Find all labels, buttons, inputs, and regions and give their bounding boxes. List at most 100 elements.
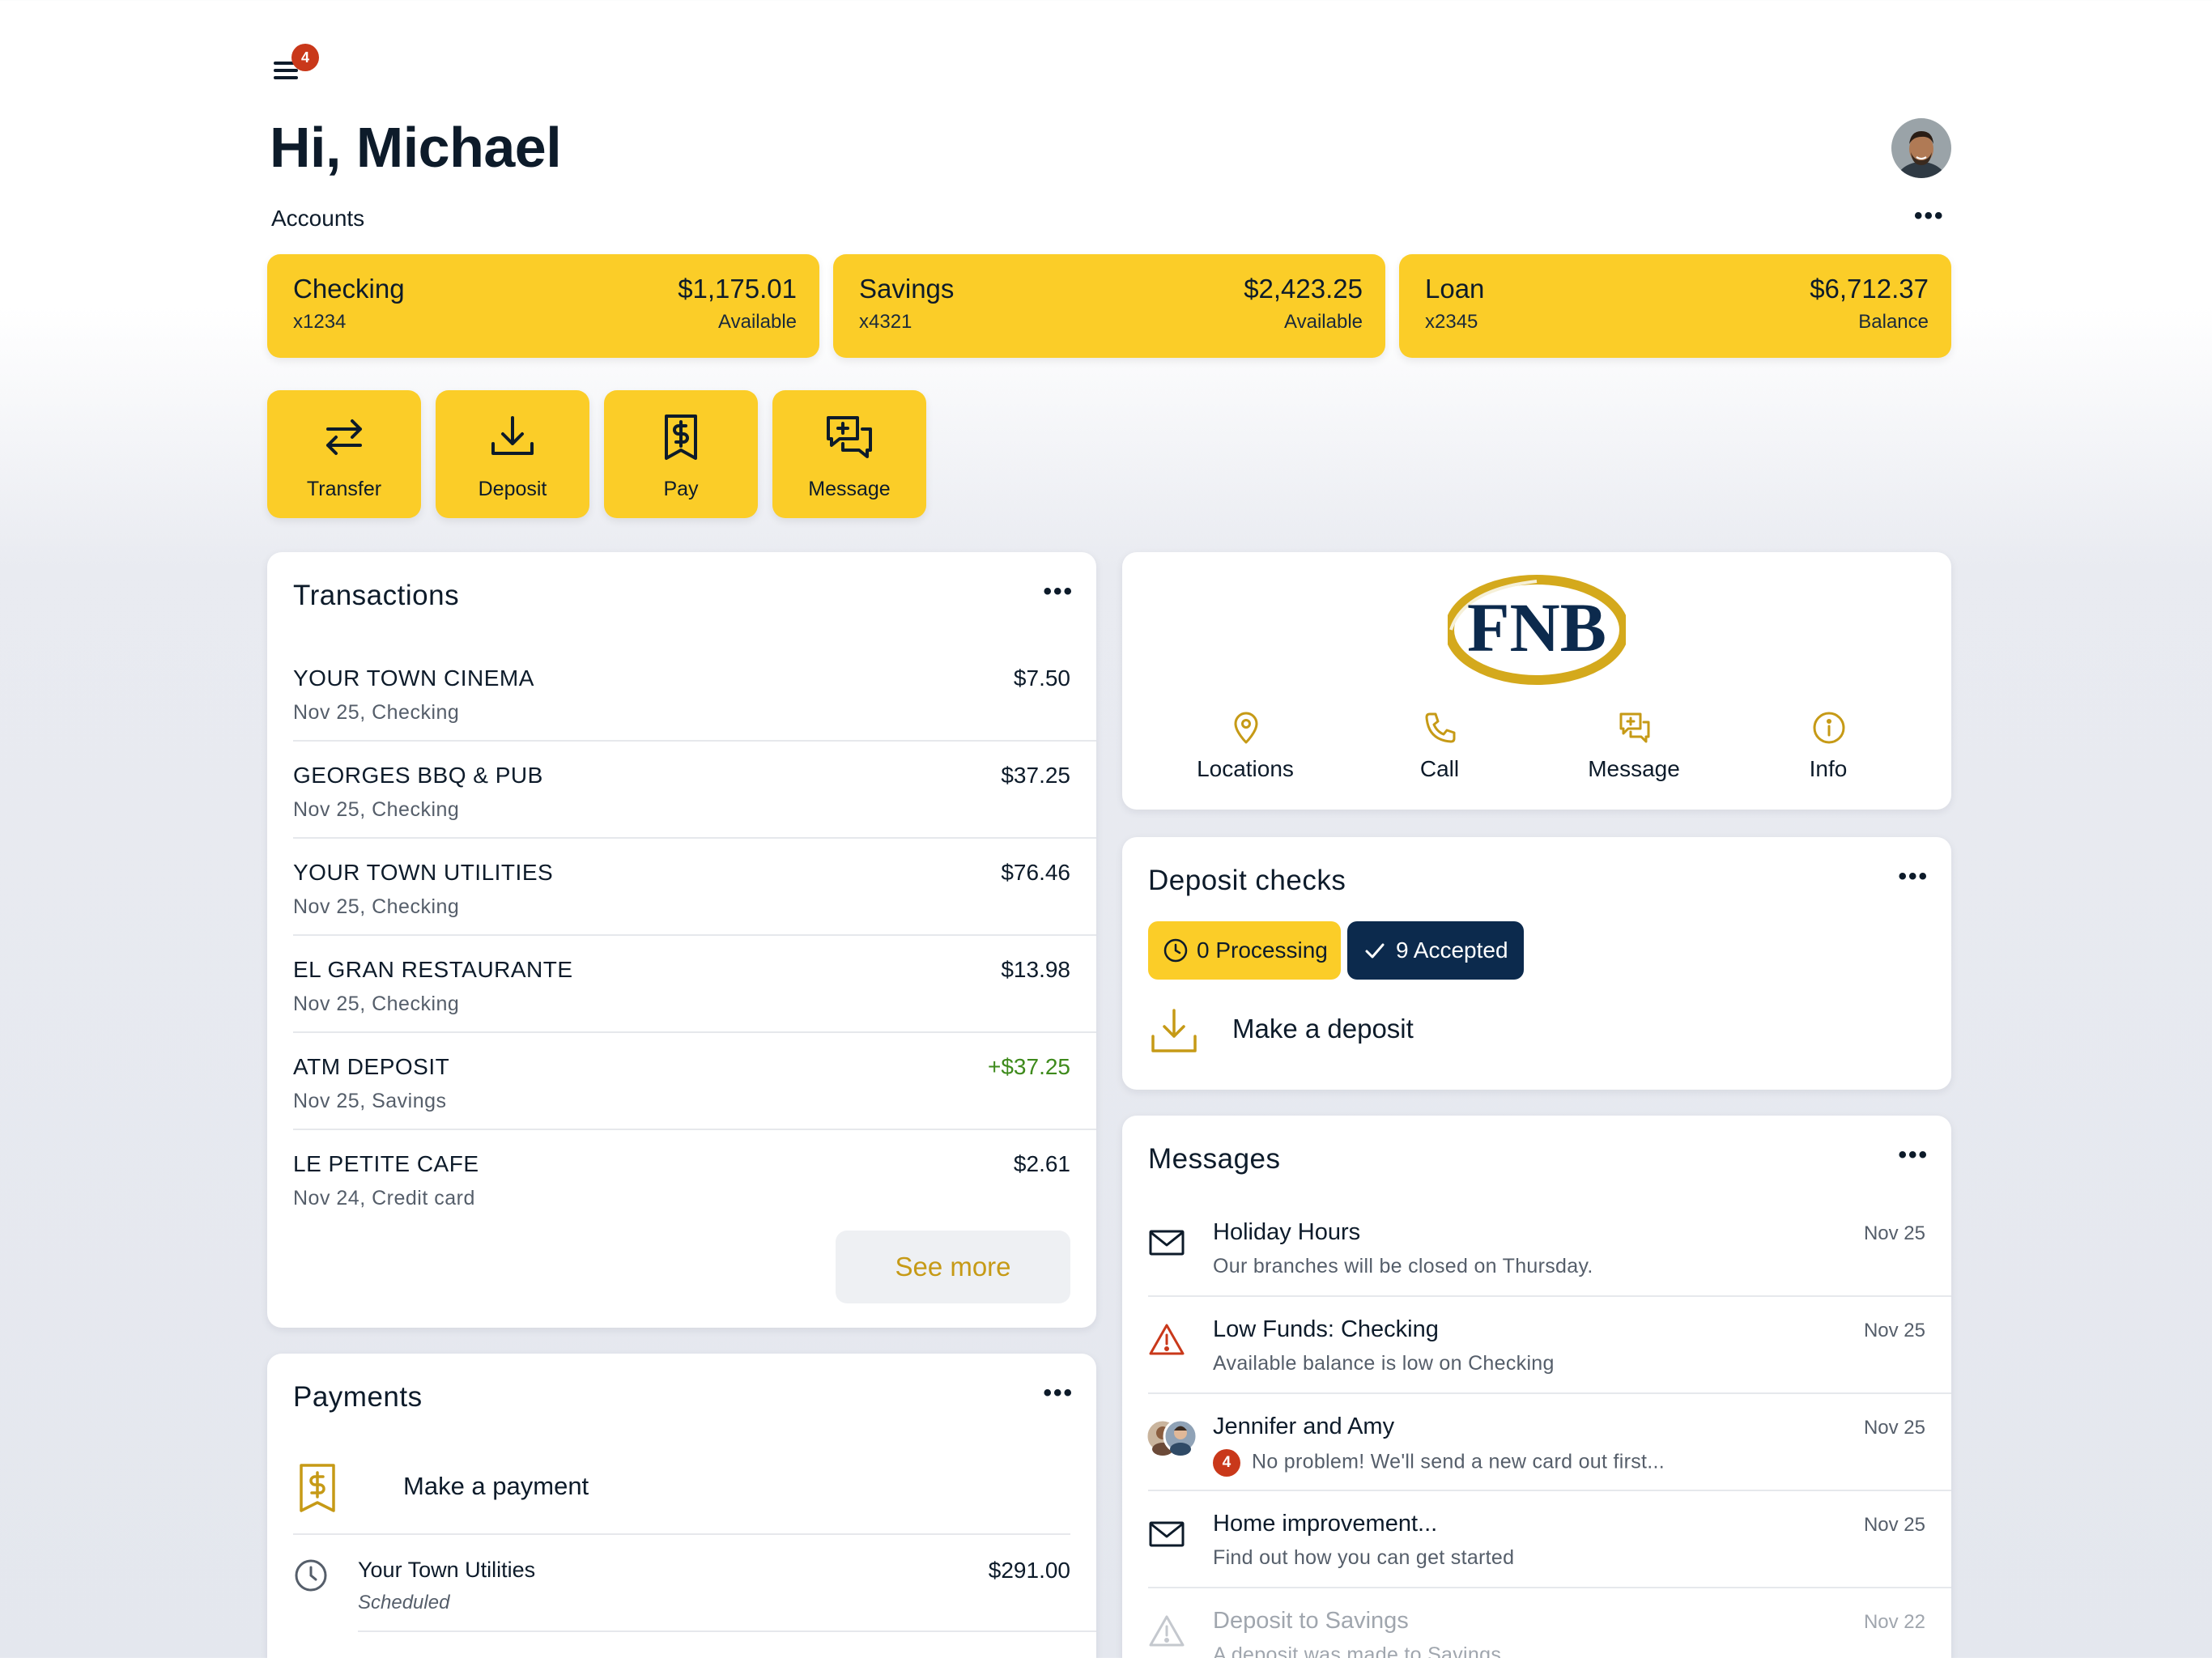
clock-icon — [1163, 938, 1188, 963]
divider — [358, 1630, 1096, 1632]
message-row[interactable]: Jennifer and Amy 4 No problem! We'll send… — [1145, 1394, 1951, 1491]
message-date: Nov 25 — [1863, 1417, 1925, 1439]
pay-button[interactable]: Pay — [604, 390, 758, 518]
messages-card: Messages ••• Holiday Hours Our branches … — [1122, 1116, 1951, 1658]
transaction-name: LE PETITE CAFE — [293, 1151, 479, 1176]
greeting-title: Hi, Michael — [270, 116, 562, 179]
messages-more-icon[interactable]: ••• — [1898, 1143, 1929, 1167]
accounts-heading: Accounts — [271, 206, 365, 231]
accepted-filter[interactable]: 9 Accepted — [1347, 921, 1524, 980]
call-label: Call — [1419, 756, 1460, 781]
message-row[interactable]: Holiday Hours Our branches will be close… — [1148, 1200, 1951, 1297]
clock-icon — [295, 1559, 327, 1592]
transfer-icon — [326, 419, 362, 455]
location-pin-icon — [1234, 712, 1258, 744]
account-card-checking[interactable]: Checking x1234 $1,175.01 Available — [267, 254, 819, 358]
message-label: Message — [1588, 756, 1680, 781]
account-card-savings[interactable]: Savings x4321 $2,423.25 Available — [833, 254, 1385, 358]
user-avatar[interactable] — [1891, 118, 1951, 178]
avatar-image — [1891, 118, 1951, 178]
pay-bill-icon — [665, 414, 697, 460]
payment-status: Scheduled — [358, 1592, 450, 1613]
message-date: Nov 25 — [1863, 1222, 1925, 1244]
call-link[interactable]: Call — [1342, 711, 1537, 792]
payments-more-icon[interactable]: ••• — [1043, 1381, 1074, 1405]
account-amount: $1,175.01 — [678, 274, 797, 304]
account-name: Savings — [859, 274, 955, 304]
message-title: Deposit to Savings — [1213, 1608, 1409, 1634]
payments-card: Payments ••• Make a payment Your Town Ut… — [267, 1354, 1096, 1658]
payments-title: Payments — [293, 1381, 423, 1413]
account-amount-label: Available — [1284, 311, 1363, 333]
locations-label: Locations — [1197, 756, 1294, 781]
message-icon — [1619, 712, 1650, 743]
bank-message-link[interactable]: Message — [1537, 711, 1731, 792]
transactions-more-icon[interactable]: ••• — [1043, 580, 1074, 604]
make-deposit-button[interactable]: Make a deposit — [1148, 1001, 1634, 1065]
transfer-button[interactable]: Transfer — [267, 390, 421, 518]
warning-icon — [1149, 1615, 1185, 1647]
transaction-amount: $37.25 — [1001, 763, 1070, 788]
transaction-row[interactable]: GEORGES BBQ & PUB Nov 25, Checking $37.2… — [293, 742, 1096, 839]
account-card-loan[interactable]: Loan x2345 $6,712.37 Balance — [1399, 254, 1951, 358]
payment-amount: $291.00 — [988, 1558, 1070, 1583]
transaction-row[interactable]: YOUR TOWN CINEMA Nov 25, Checking $7.50 — [293, 644, 1096, 742]
envelope-icon — [1149, 1230, 1185, 1256]
avatar-pair — [1145, 1418, 1198, 1456]
checkmark-icon — [1365, 943, 1385, 959]
transaction-name: ATM DEPOSIT — [293, 1054, 450, 1079]
transaction-amount: $2.61 — [1013, 1151, 1070, 1176]
info-icon — [1813, 712, 1845, 744]
transaction-row[interactable]: LE PETITE CAFE Nov 24, Credit card $2.61 — [293, 1130, 1096, 1227]
message-label: Message — [808, 478, 891, 500]
message-date: Nov 22 — [1863, 1611, 1925, 1633]
accepted-label: 9 Accepted — [1396, 937, 1508, 963]
info-label: Info — [1809, 756, 1848, 781]
deposit-checks-card: Deposit checks ••• 0 Processing 9 Accept… — [1122, 837, 1951, 1090]
message-snippet: Find out how you can get started — [1213, 1546, 1515, 1569]
transaction-detail: Nov 25, Savings — [293, 1090, 447, 1112]
message-row[interactable]: Low Funds: Checking Available balance is… — [1148, 1297, 1951, 1394]
transaction-row[interactable]: EL GRAN RESTAURANTE Nov 25, Checking $13… — [293, 936, 1096, 1033]
payment-row[interactable]: Your Town Utilities Scheduled $291.00 — [293, 1537, 1096, 1632]
see-more-button[interactable]: See more — [836, 1231, 1070, 1303]
message-row[interactable]: Home improvement... Find out how you can… — [1148, 1491, 1951, 1588]
transaction-row[interactable]: YOUR TOWN UTILITIES Nov 25, Checking $76… — [293, 839, 1096, 936]
pay-label: Pay — [663, 478, 699, 500]
transaction-row[interactable]: ATM DEPOSIT Nov 25, Savings +$37.25 — [293, 1033, 1096, 1130]
transaction-amount: +$37.25 — [988, 1054, 1070, 1079]
info-link[interactable]: Info — [1731, 711, 1925, 792]
fnb-logo: FNB — [1448, 575, 1626, 685]
messages-title: Messages — [1148, 1143, 1281, 1175]
message-row[interactable]: Deposit to Savings A deposit was made to… — [1148, 1588, 1951, 1658]
transaction-detail: Nov 25, Checking — [293, 701, 460, 724]
transaction-amount: $13.98 — [1001, 957, 1070, 982]
account-amount: $2,423.25 — [1244, 274, 1363, 304]
phone-icon — [1425, 712, 1456, 743]
deposit-more-icon[interactable]: ••• — [1898, 865, 1929, 889]
message-button[interactable]: Message — [772, 390, 926, 518]
menu-button[interactable]: 4 — [272, 44, 319, 87]
transaction-name: GEORGES BBQ & PUB — [293, 763, 543, 788]
deposit-icon — [1151, 1009, 1197, 1052]
make-payment-label: Make a payment — [403, 1472, 589, 1500]
deposit-label: Deposit — [478, 478, 547, 500]
account-number: x4321 — [859, 311, 912, 333]
bank-card: FNB Locations Call Message Info — [1122, 552, 1951, 810]
warning-icon — [1149, 1324, 1185, 1355]
unread-badge: 4 — [1213, 1449, 1240, 1477]
account-amount-label: Available — [718, 311, 797, 333]
processing-filter[interactable]: 0 Processing — [1148, 921, 1341, 980]
message-title: Holiday Hours — [1213, 1219, 1361, 1245]
notification-badge: 4 — [291, 44, 319, 71]
message-icon — [827, 416, 872, 458]
envelope-icon — [1149, 1521, 1185, 1547]
locations-link[interactable]: Locations — [1148, 711, 1342, 792]
transactions-card: Transactions ••• YOUR TOWN CINEMA Nov 25… — [267, 552, 1096, 1328]
deposit-button[interactable]: Deposit — [436, 390, 589, 518]
transaction-name: YOUR TOWN CINEMA — [293, 665, 534, 691]
message-title: Jennifer and Amy — [1213, 1414, 1395, 1439]
accounts-more-icon[interactable]: ••• — [1914, 204, 1945, 228]
deposit-icon — [491, 416, 534, 455]
make-payment-button[interactable]: Make a payment — [293, 1451, 1070, 1535]
